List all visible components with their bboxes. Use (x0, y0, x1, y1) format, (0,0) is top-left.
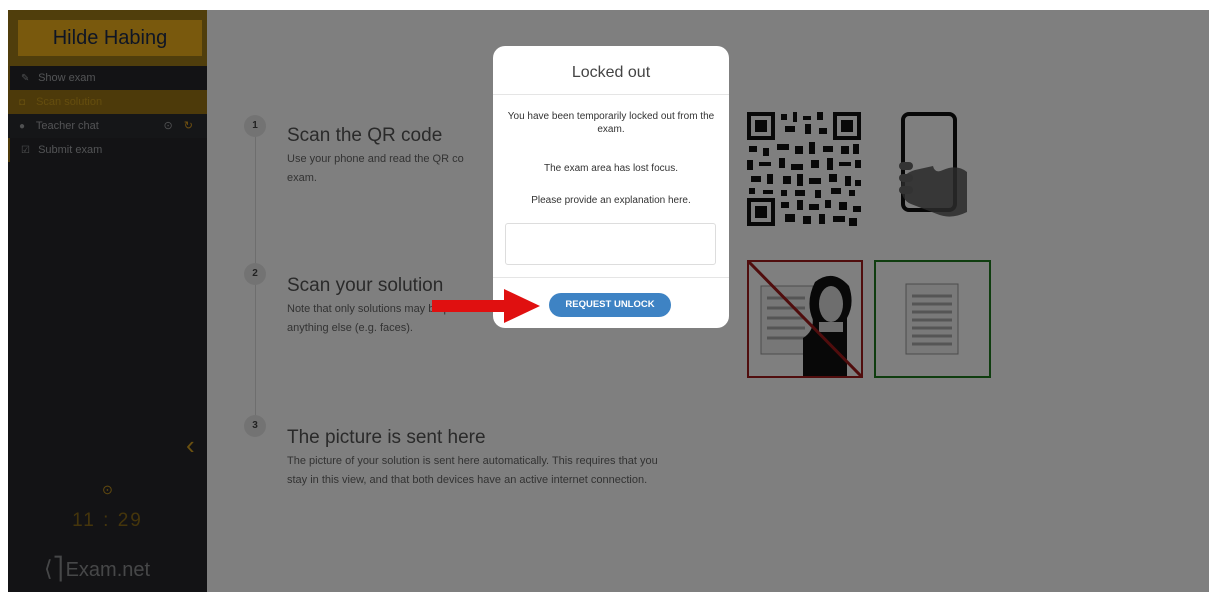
request-unlock-button[interactable]: REQUEST UNLOCK (549, 293, 671, 317)
modal-divider (493, 94, 729, 95)
locked-out-modal: Locked out You have been temporarily loc… (493, 46, 729, 328)
locked-out-message: You have been temporarily locked out fro… (507, 111, 715, 135)
explanation-prompt: Please provide an explanation here. (531, 195, 691, 206)
modal-title: Locked out (571, 64, 651, 81)
explanation-input[interactable] (505, 223, 716, 265)
lost-focus-message: The exam area has lost focus. (544, 163, 678, 174)
modal-footer-divider (493, 277, 729, 278)
red-arrow-icon (432, 289, 540, 323)
